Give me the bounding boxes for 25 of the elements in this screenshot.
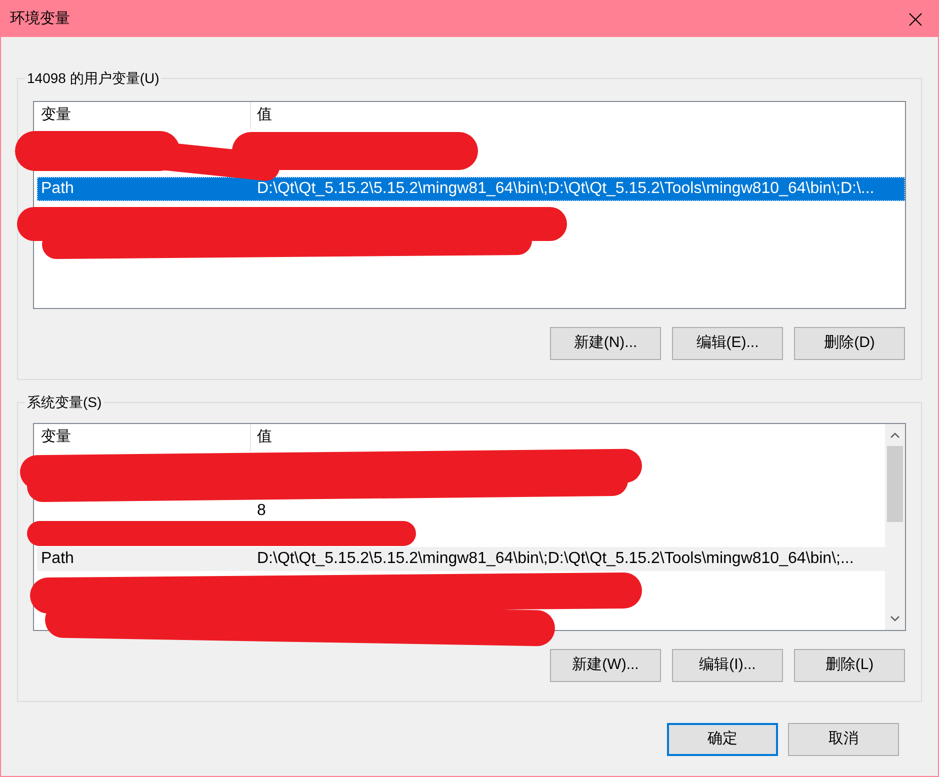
ok-button[interactable]: 确定 bbox=[667, 723, 778, 756]
delete-button[interactable]: 删除(L) bbox=[794, 649, 905, 682]
variable-name: Path bbox=[41, 179, 74, 199]
column-header[interactable]: 值 bbox=[251, 424, 885, 451]
chevron-up-icon[interactable] bbox=[890, 432, 900, 438]
group-title: 14098 的用户变量(U) bbox=[26, 69, 160, 88]
close-icon bbox=[908, 12, 922, 26]
cancel-button[interactable]: 取消 bbox=[788, 723, 899, 756]
edit-button[interactable]: 编辑(E)... bbox=[672, 327, 783, 360]
window-title: 环境变量 bbox=[10, 8, 70, 29]
scrollbar[interactable] bbox=[885, 424, 905, 630]
variable-name: Path bbox=[41, 549, 74, 569]
edit-button[interactable]: 编辑(I)... bbox=[672, 649, 783, 682]
list-row[interactable]: Path D:\Qt\Qt_5.15.2\5.15.2\mingw81_64\bin\;D:\Qt\Qt_5.15.2\Tools\mingw810_64\bin\;... bbox=[37, 547, 885, 571]
new-button[interactable]: 新建(W)... bbox=[550, 649, 661, 682]
group-title: 系统变量(S) bbox=[26, 393, 103, 412]
column-header[interactable]: 值 bbox=[251, 102, 905, 129]
delete-button[interactable]: 删除(D) bbox=[794, 327, 905, 360]
variable-value: 8 bbox=[257, 501, 266, 521]
new-button[interactable]: 新建(N)... bbox=[550, 327, 661, 360]
chevron-down-icon[interactable] bbox=[890, 616, 900, 622]
scrollbar-thumb[interactable] bbox=[887, 446, 903, 522]
variable-value: D:\Qt\Qt_5.15.2\5.15.2\mingw81_64\bin\;D:\Qt\Qt_5.15.2\Tools\mingw810_64\bin\;D:\... bbox=[257, 179, 874, 199]
variable-value: D:\Qt\Qt_5.15.2\5.15.2\mingw81_64\bin\;D:\Qt\Qt_5.15.2\Tools\mingw810_64\bin\;... bbox=[257, 549, 854, 569]
list-row[interactable]: Path D:\Qt\Qt_5.15.2\5.15.2\mingw81_64\bin\;D:\Qt\Qt_5.15.2\Tools\mingw810_64\bin\;D:\... bbox=[37, 177, 905, 201]
